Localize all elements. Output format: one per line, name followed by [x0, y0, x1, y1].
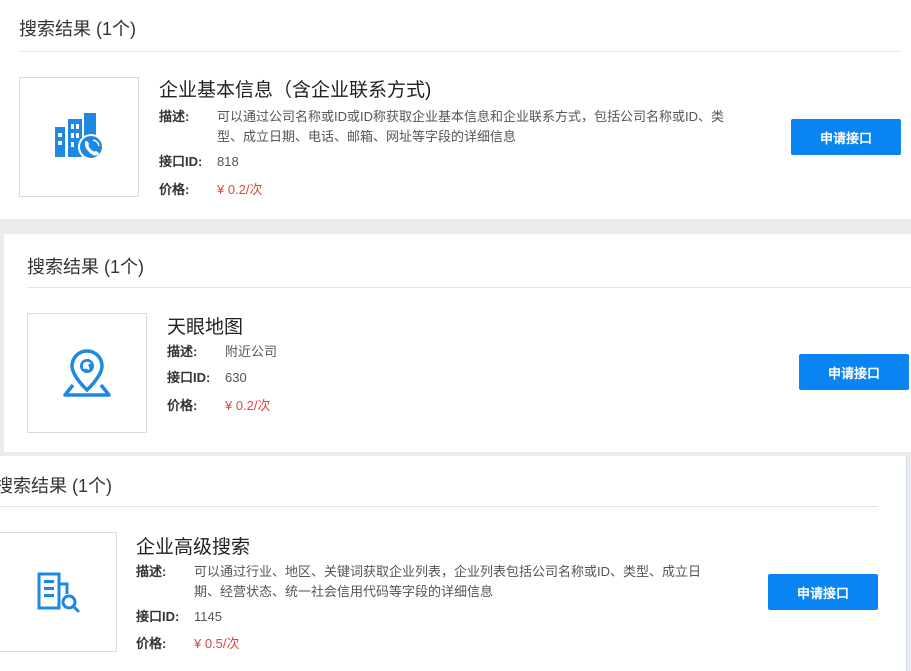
api-id-label: 接口ID:: [159, 154, 203, 169]
map-pin-icon: [63, 349, 111, 397]
building-phone-icon: [55, 113, 104, 160]
description-text: 可以通过行业、地区、关键词获取企业列表，企业列表包括公司名称或ID、类型、成立日…: [194, 564, 702, 599]
description-label: 描述:: [159, 109, 190, 124]
price-label: 价格:: [167, 398, 198, 413]
search-result-panel: 搜索结果 (1个) 天眼地图 描述: 附近公司 接口ID: 630 价格: ¥ …: [4, 234, 911, 452]
description-row: 描述: 附近公司: [167, 342, 567, 362]
results-heading: 搜索结果 (1个): [19, 19, 136, 39]
api-id-row: 接口ID: 1145: [136, 607, 436, 627]
price-value: ¥ 0.5/次: [194, 636, 240, 651]
price-value: ¥ 0.2/次: [217, 182, 263, 197]
description-label: 描述:: [136, 564, 167, 579]
description-row: 描述: 可以通过公司名称或ID或ID称获取企业基本信息和企业联系方式，包括公司名…: [159, 107, 739, 147]
product-name[interactable]: 天眼地图: [167, 312, 243, 339]
apply-api-button[interactable]: 申请接口: [768, 574, 878, 610]
product-thumbnail[interactable]: [0, 532, 117, 652]
product-thumbnail[interactable]: [19, 77, 139, 197]
description-text: 可以通过公司名称或ID或ID称获取企业基本信息和企业联系方式，包括公司名称或ID…: [217, 109, 725, 144]
description-label: 描述:: [167, 344, 198, 359]
building-search-icon: [37, 572, 80, 613]
price-value: ¥ 0.2/次: [225, 398, 271, 413]
price-row: 价格: ¥ 0.2/次: [159, 180, 459, 200]
product-name[interactable]: 企业高级搜索: [136, 532, 250, 559]
divider: [27, 287, 911, 288]
divider: [0, 506, 878, 507]
price-row: 价格: ¥ 0.2/次: [167, 396, 467, 416]
api-id-row: 接口ID: 818: [159, 152, 459, 172]
description-text: 附近公司: [225, 344, 278, 359]
description-row: 描述: 可以通过行业、地区、关键词获取企业列表，企业列表包括公司名称或ID、类型…: [136, 562, 726, 602]
product-name[interactable]: 企业基本信息（含企业联系方式): [159, 75, 431, 102]
api-id-label: 接口ID:: [136, 609, 180, 624]
product-thumbnail[interactable]: [27, 313, 147, 433]
apply-api-button[interactable]: 申请接口: [799, 354, 909, 390]
results-heading: 搜索结果 (1个): [27, 257, 144, 277]
price-label: 价格:: [136, 636, 167, 651]
api-id-row: 接口ID: 630: [167, 368, 467, 388]
api-id-value: 818: [217, 154, 239, 169]
api-id-value: 1145: [194, 609, 222, 624]
results-heading: 搜索结果 (1个): [0, 476, 112, 496]
divider: [19, 51, 901, 52]
search-result-panel: 搜索结果 (1个) 企业高级搜索 描述: 可以通过行业、地区、关键词获取企业列表…: [0, 456, 907, 671]
api-id-label: 接口ID:: [167, 370, 211, 385]
api-id-value: 630: [225, 370, 247, 385]
price-label: 价格:: [159, 182, 190, 197]
search-result-panel: 搜索结果 (1个) 企业基本信息（含企业联系方式) 描述: 可以通过公司名称或I…: [0, 0, 911, 219]
apply-api-button[interactable]: 申请接口: [791, 119, 901, 155]
price-row: 价格: ¥ 0.5/次: [136, 634, 436, 654]
